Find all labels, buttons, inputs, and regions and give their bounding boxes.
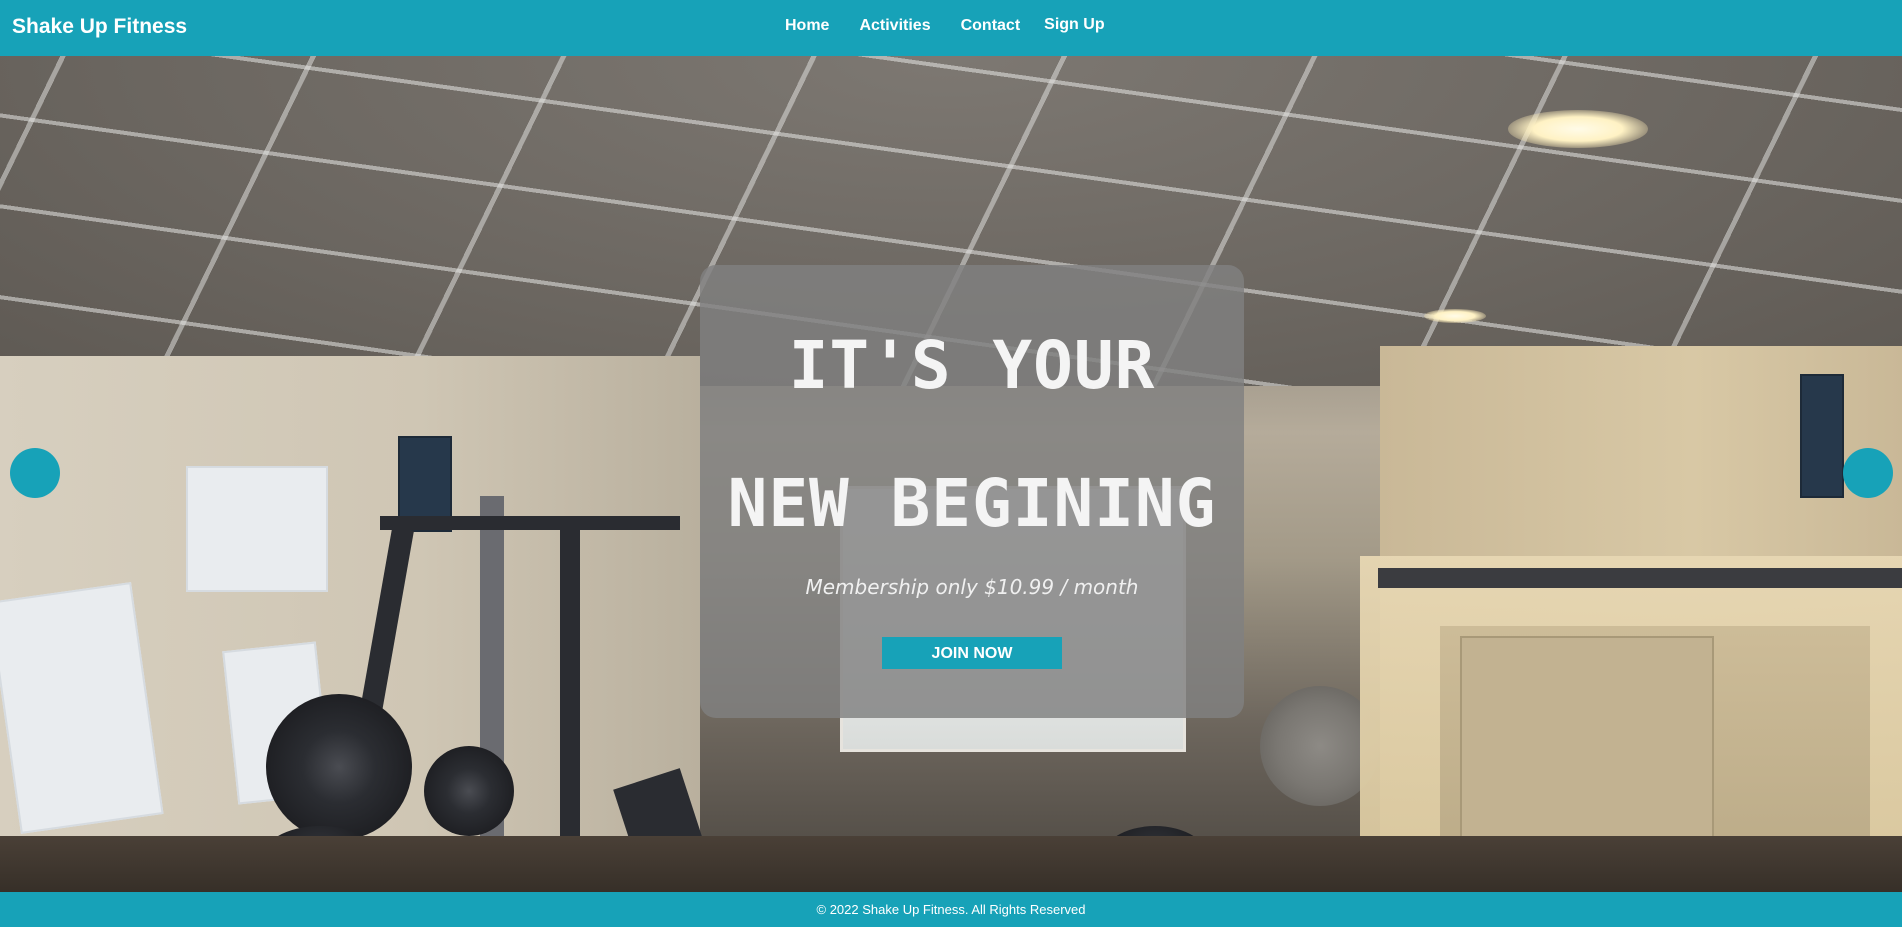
carousel-next-button[interactable] xyxy=(1843,448,1893,498)
footer-copyright: © 2022 Shake Up Fitness. All Rights Rese… xyxy=(816,902,1086,917)
squat-rack xyxy=(380,516,680,530)
weight-plate xyxy=(266,694,412,840)
nav-link-sign-up[interactable]: Sign Up xyxy=(1044,16,1104,34)
wall-poster xyxy=(186,466,328,592)
top-navbar: Shake Up Fitness Home Activities Contact… xyxy=(0,0,1902,56)
nav-link-home[interactable]: Home xyxy=(785,17,829,35)
join-now-button[interactable]: JOIN NOW xyxy=(882,637,1062,669)
nav-link-contact[interactable]: Contact xyxy=(961,17,1021,35)
wall-poster xyxy=(1800,374,1844,498)
ceiling-light xyxy=(1424,309,1486,323)
brand-logo-text[interactable]: Shake Up Fitness xyxy=(12,15,187,39)
nav-links: Home Activities Contact Sign Up xyxy=(785,16,1105,35)
ceiling-light xyxy=(1508,110,1648,148)
membership-tagline: Membership only $10.99 / month xyxy=(805,575,1139,599)
hero-card: IT'S YOUR NEW BEGINING Membership only $… xyxy=(700,265,1244,718)
weight-plate xyxy=(424,746,514,836)
hero-headline-line-1: IT'S YOUR xyxy=(788,327,1156,404)
hero-headline-line-2: NEW BEGINING xyxy=(727,465,1217,542)
nav-link-activities[interactable]: Activities xyxy=(859,17,930,35)
power-rack-bar xyxy=(1378,568,1902,588)
carousel-prev-button[interactable] xyxy=(10,448,60,498)
floor xyxy=(0,836,1902,892)
footer: © 2022 Shake Up Fitness. All Rights Rese… xyxy=(0,892,1902,927)
